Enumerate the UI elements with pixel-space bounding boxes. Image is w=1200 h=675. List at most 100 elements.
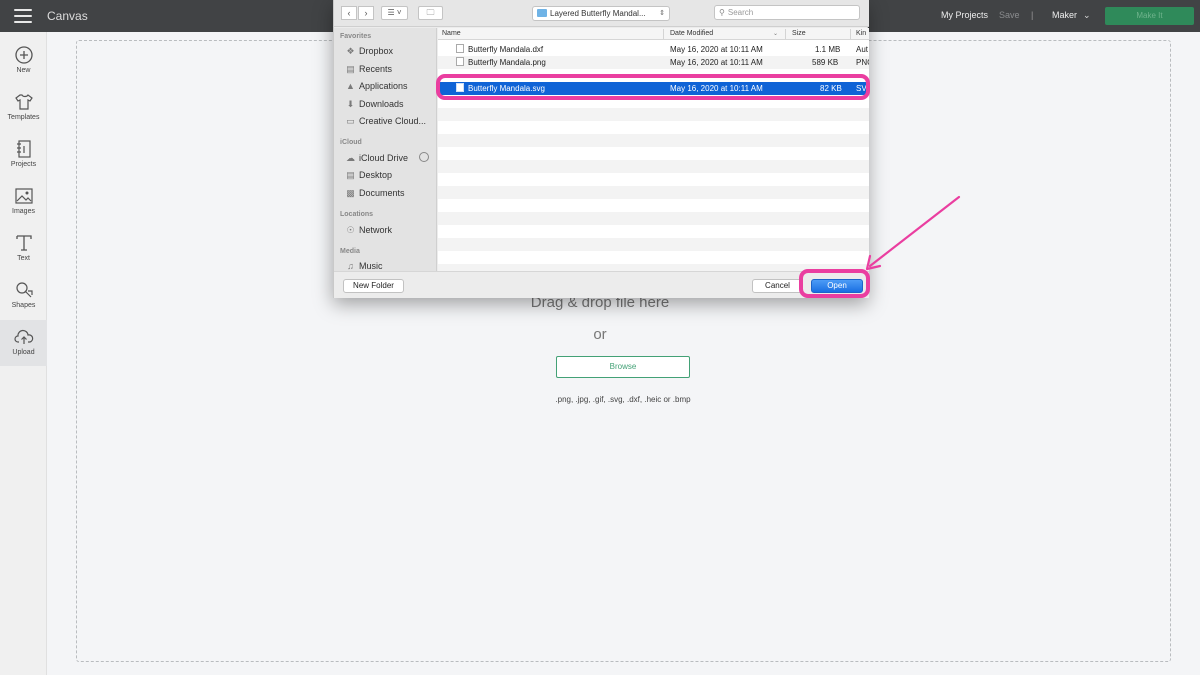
section-locations: Locations — [340, 211, 374, 218]
make-it-button[interactable]: Make It — [1105, 7, 1194, 25]
pointer-arrow-icon — [865, 195, 961, 271]
sidebar-item-label: Network — [359, 225, 393, 235]
empty-row — [438, 225, 869, 238]
dialog-footer: New Folder Cancel Open — [334, 271, 869, 298]
app-title: Canvas — [47, 9, 88, 23]
sidebar-item-label: Recents — [359, 64, 393, 74]
browse-button[interactable]: Browse — [556, 356, 690, 378]
path-popup[interactable]: Layered Butterfly Mandal... ⇕ — [532, 6, 670, 21]
column-name[interactable]: Name — [442, 30, 461, 37]
file-kind: Aut — [856, 45, 869, 54]
sidebar-item-downloads[interactable]: ⬇ Downloads — [345, 98, 404, 111]
sidebar-item-label: New — [16, 67, 31, 74]
sidebar-item-recents[interactable]: ▤ Recents — [345, 63, 392, 76]
chevron-down-icon: ⌄ — [773, 31, 779, 37]
my-projects-link[interactable]: My Projects — [941, 10, 988, 20]
empty-row — [438, 251, 869, 264]
progress-ring-icon — [419, 152, 429, 162]
sidebar-item-label: iCloud Drive — [359, 153, 409, 163]
file-size: 589 KB — [812, 58, 839, 67]
left-sidebar: New Templates Projects Images Text Shape… — [0, 32, 47, 675]
search-input[interactable]: ⚲ Search — [714, 5, 860, 20]
new-folder-button[interactable]: New Folder — [343, 279, 404, 293]
file-row[interactable]: Butterfly Mandala.dxf May 16, 2020 at 10… — [438, 43, 869, 56]
file-date: May 16, 2020 at 10:11 AM — [670, 58, 763, 67]
empty-row — [438, 121, 869, 134]
globe-icon: ☉ — [346, 225, 355, 235]
sidebar-item-network[interactable]: ☉ Network — [345, 224, 392, 237]
file-kind: PNG — [856, 58, 869, 67]
sidebar-item-label: Music — [359, 261, 383, 271]
sidebar-item-label: Desktop — [359, 170, 393, 180]
sidebar-item-documents[interactable]: ▩ Documents — [345, 187, 405, 200]
empty-row — [438, 134, 869, 147]
search-placeholder: Search — [727, 8, 754, 17]
cancel-button[interactable]: Cancel — [752, 279, 803, 293]
empty-row — [438, 160, 869, 173]
machine-select[interactable]: Maker — [1052, 10, 1077, 20]
sidebar-item-dropbox[interactable]: ❖ Dropbox — [345, 45, 393, 58]
file-open-dialog: ‹ › ☰ ˅ 🗀 Layered Butterfly Mandal... ⇕ … — [333, 0, 869, 298]
save-button[interactable]: Save — [999, 10, 1020, 20]
sidebar-item-label: Applications — [359, 81, 408, 91]
folder-icon — [537, 9, 547, 17]
sidebar-item-text[interactable]: Text — [0, 226, 47, 272]
column-kind[interactable]: Kin — [856, 30, 866, 37]
applications-icon: ▲ — [346, 81, 355, 91]
sidebar-item-creative-cloud[interactable]: ▭ Creative Cloud... — [345, 115, 426, 128]
column-date-modified[interactable]: Date Modified — [670, 30, 713, 37]
search-icon: ⚲ — [719, 8, 725, 17]
sidebar-item-label: Downloads — [359, 99, 404, 109]
empty-row — [438, 238, 869, 251]
sidebar-item-label: Projects — [10, 161, 37, 168]
empty-row — [438, 199, 869, 212]
sidebar-item-desktop[interactable]: ▤ Desktop — [345, 169, 392, 182]
divider: | — [1031, 10, 1034, 20]
folder-icon: 🗀 — [426, 8, 435, 17]
sidebar-item-label: Creative Cloud... — [359, 116, 427, 126]
sidebar-item-images[interactable]: Images — [0, 179, 47, 225]
highlight-selected-file — [436, 74, 870, 100]
file-list: Name Date Modified ⌄ Size Kin Butterfly … — [438, 28, 869, 271]
sidebar-item-label: Text — [17, 255, 30, 262]
sidebar-item-label: Images — [12, 208, 35, 215]
empty-row — [438, 147, 869, 160]
hamburger-menu-icon[interactable] — [14, 9, 32, 23]
back-button[interactable]: ‹ — [341, 6, 357, 20]
or-text: or — [593, 326, 607, 343]
chevron-right-icon: › — [364, 8, 368, 18]
sidebar-item-label: Dropbox — [359, 46, 394, 56]
text-t-icon — [15, 235, 32, 251]
sidebar-item-new[interactable]: New — [0, 38, 47, 84]
empty-row — [438, 186, 869, 199]
sidebar-item-label: Templates — [7, 114, 40, 121]
supported-formats-text: .png, .jpg, .gif, .svg, .dxf, .heic or .… — [555, 395, 691, 404]
section-media: Media — [340, 248, 360, 255]
view-mode-button[interactable]: ☰ ˅ — [381, 6, 408, 20]
up-down-arrows-icon: ⇕ — [659, 10, 665, 17]
notebook-icon — [16, 140, 31, 158]
cloud-icon: ☁ — [346, 153, 355, 163]
chevron-left-icon: ‹ — [347, 8, 351, 18]
chevron-down-icon[interactable]: ⌄ — [1083, 10, 1091, 21]
document-icon: ▩ — [346, 188, 355, 198]
path-label: Layered Butterfly Mandal... — [550, 9, 646, 18]
file-row[interactable]: Butterfly Mandala.png May 16, 2020 at 10… — [438, 56, 869, 69]
empty-row — [438, 173, 869, 186]
file-icon — [456, 44, 464, 53]
sidebar-item-templates[interactable]: Templates — [0, 85, 47, 131]
forward-button[interactable]: › — [358, 6, 374, 20]
dialog-toolbar: ‹ › ☰ ˅ 🗀 Layered Butterfly Mandal... ⇕ … — [334, 0, 869, 27]
sidebar-item-icloud-drive[interactable]: ☁ iCloud Drive — [345, 152, 408, 165]
dialog-sidebar: Favorites ❖ Dropbox ▤ Recents ▲ Application… — [334, 28, 437, 271]
sidebar-item-projects[interactable]: Projects — [0, 132, 47, 178]
file-name: Butterfly Mandala.dxf — [468, 45, 544, 54]
image-icon — [14, 188, 33, 204]
column-size[interactable]: Size — [792, 30, 806, 37]
shirt-icon — [14, 94, 33, 110]
folder-icon: ▭ — [346, 116, 355, 126]
sidebar-item-label: Documents — [359, 188, 405, 198]
new-folder-icon-button[interactable]: 🗀 — [418, 6, 443, 20]
sidebar-item-applications[interactable]: ▲ Applications — [345, 80, 408, 93]
empty-row — [438, 212, 869, 225]
